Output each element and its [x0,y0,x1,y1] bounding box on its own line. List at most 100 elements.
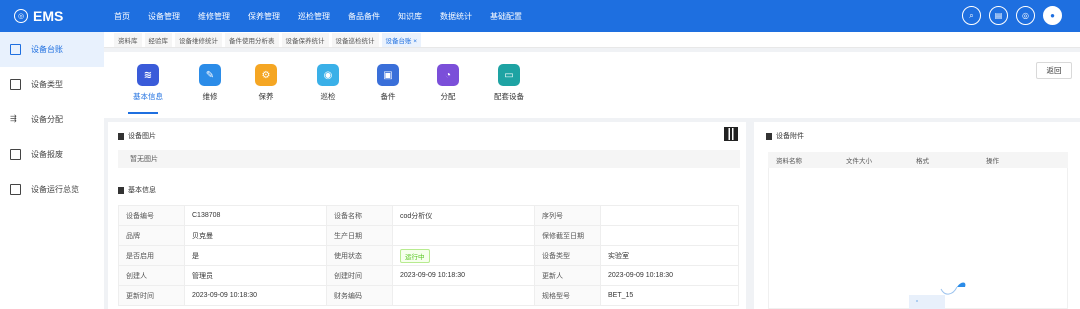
section-marker-icon [118,132,124,140]
section-marker-icon [118,186,124,194]
nav-knowledge-base[interactable]: 知识库 [398,11,422,22]
module-maintenance[interactable]: ⚙ 保养 [246,64,286,102]
tab-maintenance-stats[interactable]: 设备保养统计 [281,32,329,47]
nav-maintenance-management[interactable]: 保养管理 [248,11,280,22]
module-allocation[interactable]: ◔ 分配 [428,64,468,102]
field-label: 序列号 [534,205,601,226]
column-header: 资料名称 [776,158,802,165]
basic-info-table: 设备编号 C138708 设备名称 cod分析仪 序列号 品牌 贝克曼 生产日期… [118,205,739,306]
tab-library[interactable]: 资料库 [114,32,142,47]
model-value: BET_15 [600,285,739,306]
table-row: 创建人 管理员 创建时间 2023-09-09 10:18:30 更新人 202… [118,265,739,286]
tab-device-ledger[interactable]: 设备台账 × [381,32,422,47]
field-label: 财务编码 [326,285,393,306]
module-spare-parts[interactable]: ▣ 备件 [368,64,408,102]
field-label: 设备编号 [118,205,185,226]
layers-icon: ≋ [137,64,159,86]
table-row: 品牌 贝克曼 生产日期 保修截至日期 [118,225,739,246]
attachments-section-title: 设备附件 [766,131,804,141]
nav-base-config[interactable]: 基础配置 [490,11,522,22]
device-no-value: C138708 [184,205,327,226]
scrap-icon [10,149,21,160]
field-label: 保修截至日期 [534,225,601,246]
attachments-table-header: 资料名称 文件大小 格式 操作 [768,152,1068,168]
sidebar-item-device-allocation[interactable]: ⇶ 设备分配 [0,102,104,137]
tab-repair-stats[interactable]: 设备维修统计 [175,32,222,47]
column-header: 操作 [986,158,999,165]
field-label: 是否启用 [118,245,185,266]
tab-experience[interactable]: 经验库 [144,32,172,47]
qr-code-icon[interactable] [724,127,738,141]
device-name-value: cod分析仪 [392,205,535,226]
nav-device-management[interactable]: 设备管理 [148,11,180,22]
table-row: 设备编号 C138708 设备名称 cod分析仪 序列号 [118,205,739,226]
basic-info-section-title: 基本信息 [118,185,156,195]
sidebar-item-label: 设备类型 [31,80,63,89]
device-detail-panel: 设备图片 暂无图片 基本信息 设备编号 C138708 设备名称 cod分析仪 … [108,122,746,309]
empty-state-illustration [909,282,966,309]
column-header: 格式 [916,158,929,165]
main-nav: 首页 设备管理 维修管理 保养管理 巡检管理 备品备件 知识库 数据统计 基础配… [104,0,522,32]
monitor-icon [10,184,21,195]
status-cell: 运行中 [392,245,535,266]
created-value: 2023-09-09 10:18:30 [392,265,535,286]
top-icons: ⌕ ▤ ◎ ● [954,6,1062,25]
field-label: 规格型号 [534,285,601,306]
no-image-placeholder: 暂无图片 [118,150,740,168]
ledger-icon [10,44,21,55]
sidebar-item-label: 设备分配 [31,115,63,124]
wrench-icon: ✎ [199,64,221,86]
sidebar-item-running-overview[interactable]: 设备运行总览 [0,172,104,207]
module-inspection[interactable]: ◉ 巡检 [308,64,348,102]
update-time-value: 2023-09-09 10:18:30 [184,285,327,306]
nav-inspection-management[interactable]: 巡检管理 [298,11,330,22]
creator-value: 管理员 [184,265,327,286]
serial-value [600,205,739,226]
sidebar-item-label: 设备运行总览 [31,185,79,194]
nav-home[interactable]: 首页 [114,11,130,22]
sidebar: 设备台账 设备类型 ⇶ 设备分配 设备报废 设备运行总览 [0,32,104,309]
nav-repair-management[interactable]: 维修管理 [198,11,230,22]
status-badge: 运行中 [400,248,430,263]
field-label: 创建时间 [326,265,393,286]
field-label: 更新时间 [118,285,185,306]
tab-parts-analysis[interactable]: 备件使用分析表 [225,32,279,47]
field-label: 创建人 [118,265,185,286]
maintenance-icon: ⚙ [255,64,277,86]
field-label: 使用状态 [326,245,393,266]
type-value: 实验室 [600,245,739,266]
field-label: 设备类型 [534,245,601,266]
module-repair[interactable]: ✎ 维修 [190,64,230,102]
sidebar-item-label: 设备报废 [31,150,63,159]
back-button[interactable]: 返回 [1036,62,1072,79]
tab-bar: 资料库 经验库 设备维修统计 备件使用分析表 设备保养统计 设备巡检统计 设备台… [104,32,1080,48]
attachments-panel: 设备附件 资料名称 文件大小 格式 操作 [754,122,1080,309]
sidebar-item-label: 设备台账 [31,45,63,54]
table-row: 更新时间 2023-09-09 10:18:30 财务编码 规格型号 BET_1… [118,285,739,306]
sidebar-item-device-ledger[interactable]: 设备台账 [0,32,104,67]
avatar-icon[interactable]: ● [1043,6,1062,25]
module-basic-info[interactable]: ≋ 基本信息 [128,64,168,102]
brand-value: 贝克曼 [184,225,327,246]
parts-icon: ▣ [377,64,399,86]
settings-icon[interactable]: ◎ [1016,6,1035,25]
finance-value [392,285,535,306]
nav-statistics[interactable]: 数据统计 [440,11,472,22]
pie-icon: ◔ [437,64,459,86]
sidebar-item-device-type[interactable]: 设备类型 [0,67,104,102]
tab-inspection-stats[interactable]: 设备巡检统计 [331,32,379,47]
toolbox-icon: ▭ [498,64,520,86]
attachments-table-body [768,168,1068,309]
section-marker-icon [766,132,772,140]
search-icon[interactable]: ⌕ [962,6,981,25]
warranty-value [600,225,739,246]
sidebar-item-device-scrap[interactable]: 设备报废 [0,137,104,172]
document-icon[interactable]: ▤ [989,6,1008,25]
active-module-underline [128,112,158,114]
column-header: 文件大小 [846,158,872,165]
field-label: 品牌 [118,225,185,246]
app-logo[interactable]: ◎ EMS [0,0,104,32]
table-row: 是否启用 是 使用状态 运行中 设备类型 实验室 [118,245,739,266]
module-accessory-devices[interactable]: ▭ 配套设备 [489,64,529,102]
nav-spare-parts[interactable]: 备品备件 [348,11,380,22]
